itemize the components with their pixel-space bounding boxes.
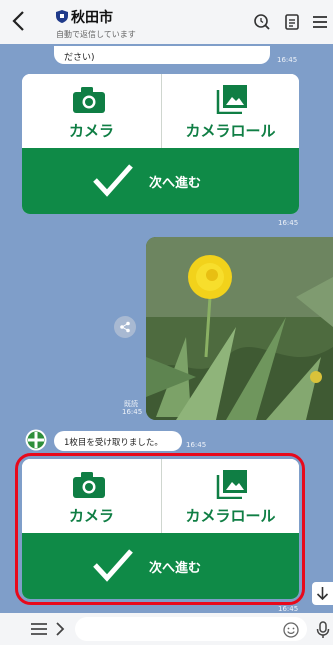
- share-button[interactable]: [114, 316, 136, 338]
- chat-subtitle: 自動で返信しています: [56, 30, 136, 39]
- bot-message-bubble: 1枚目を受け取りました。: [54, 431, 182, 451]
- camera-roll-button[interactable]: カメラロール: [162, 74, 299, 148]
- message-bubble: ださい): [54, 46, 270, 64]
- bot-avatar-icon[interactable]: [25, 429, 47, 451]
- chat-area[interactable]: ださい) 16:45 カメラ カメラロール 次へ進む 16:45 既読 16:4…: [0, 44, 333, 613]
- chat-header: 秋田市 自動で返信しています: [0, 0, 333, 44]
- next-step-label: 次へ進む: [149, 176, 202, 191]
- chevron-right-icon[interactable]: [54, 620, 66, 638]
- menu-icon[interactable]: [311, 13, 329, 31]
- shield-icon: [56, 10, 68, 23]
- dandelion-image: [146, 237, 333, 420]
- message-time: 16:45: [277, 56, 298, 64]
- message-input[interactable]: [75, 617, 307, 641]
- search-clock-icon[interactable]: [253, 13, 271, 31]
- arrow-down-icon: [316, 587, 329, 601]
- camera-icon: [73, 87, 105, 113]
- photo-upload-card: カメラ カメラロール 次へ進む: [22, 74, 299, 214]
- scroll-down-button[interactable]: [312, 582, 333, 605]
- checkmark-icon: [93, 164, 133, 197]
- chat-title: 秋田市: [71, 10, 113, 26]
- highlight-frame: [15, 453, 305, 605]
- share-icon: [120, 321, 130, 333]
- image-gallery-icon: [216, 85, 247, 114]
- microphone-icon[interactable]: [316, 621, 330, 639]
- camera-roll-label: カメラロール: [185, 122, 276, 140]
- dandelion-photo[interactable]: [146, 237, 333, 420]
- message-time: 16:45: [278, 219, 299, 227]
- next-step-button[interactable]: 次へ進む: [22, 148, 299, 214]
- message-time: 16:45: [186, 441, 207, 449]
- emoji-icon[interactable]: [283, 622, 299, 638]
- camera-label: カメラ: [68, 122, 114, 140]
- message-time: 16:45: [278, 605, 299, 613]
- back-icon[interactable]: [6, 6, 32, 36]
- menu-icon[interactable]: [30, 621, 48, 637]
- camera-button[interactable]: カメラ: [22, 74, 161, 148]
- notes-icon[interactable]: [283, 13, 301, 31]
- input-bar: [0, 613, 333, 645]
- message-time: 16:45: [122, 408, 143, 416]
